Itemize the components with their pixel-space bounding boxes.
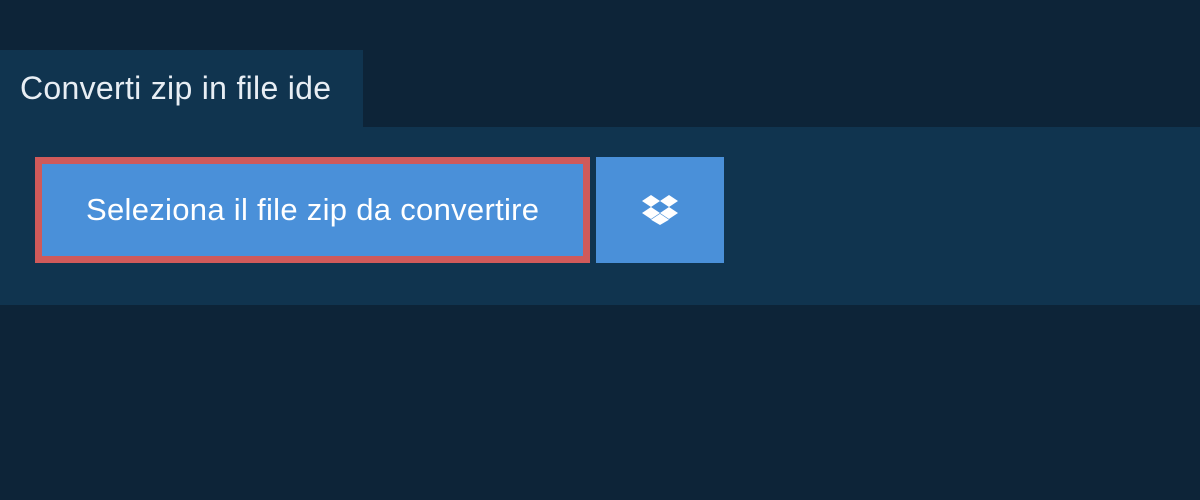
upload-panel: Seleziona il file zip da convertire xyxy=(0,127,1200,305)
tab-bar: Converti zip in file ide xyxy=(0,0,1200,127)
select-file-label: Seleziona il file zip da convertire xyxy=(86,192,539,228)
button-row: Seleziona il file zip da convertire xyxy=(35,157,1165,263)
tab-convert[interactable]: Converti zip in file ide xyxy=(0,50,363,127)
select-file-button[interactable]: Seleziona il file zip da convertire xyxy=(35,157,590,263)
dropbox-icon xyxy=(642,192,678,228)
tab-title: Converti zip in file ide xyxy=(20,70,331,106)
dropbox-button[interactable] xyxy=(596,157,724,263)
